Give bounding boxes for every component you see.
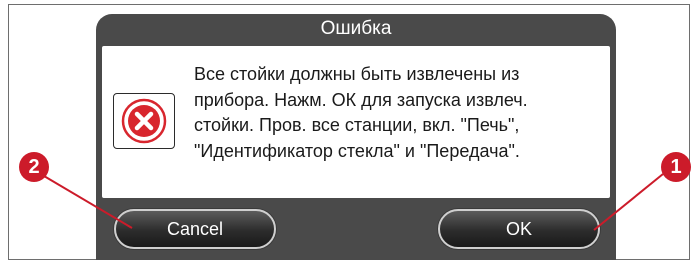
callout-number: 2 <box>19 152 49 182</box>
callout-lines <box>43 173 664 231</box>
callout-number: 1 <box>661 152 691 182</box>
